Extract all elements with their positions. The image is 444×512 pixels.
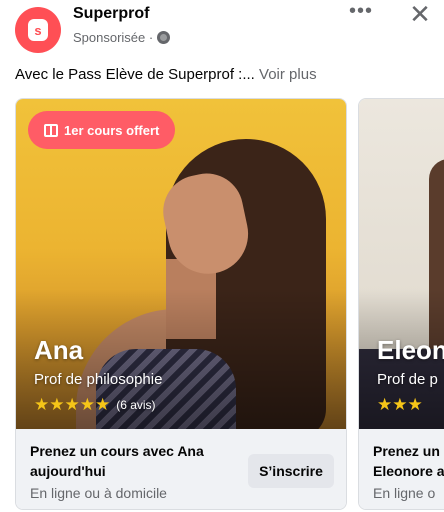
cta-title-line: Eleonore a [373, 463, 444, 479]
rating: ★★★ [377, 396, 423, 413]
superprof-logo-icon: s [28, 19, 48, 41]
card-footer[interactable]: Prenez un Eleonore a En ligne o [359, 429, 444, 509]
star-rating-icon: ★★★★★ [34, 395, 111, 414]
cta-subtitle: En ligne o [373, 485, 436, 501]
tutor-name: Ana [34, 335, 84, 365]
cta-title-line: Prenez un [373, 443, 440, 459]
globe-icon [157, 31, 171, 44]
carousel-card[interactable]: 1er cours offert Ana Prof de philosophie… [15, 98, 347, 510]
carousel-card[interactable]: Eleon Prof de p ★★★ Prenez un Eleonore a… [358, 98, 444, 510]
ad-carousel[interactable]: 1er cours offert Ana Prof de philosophie… [15, 98, 444, 512]
gift-icon [44, 123, 58, 137]
more-options-button[interactable]: ••• [346, 1, 376, 24]
offer-badge: 1er cours offert [28, 111, 176, 149]
close-button[interactable]: ✕ [404, 0, 436, 30]
signup-button[interactable]: S’inscrire [248, 454, 334, 488]
post-text-body: Avec le Pass Elève de Superprof :... [15, 66, 255, 83]
post-text: Avec le Pass Elève de Superprof :... Voi… [15, 66, 317, 83]
sponsored-label[interactable]: Sponsorisée · [73, 30, 153, 45]
cta-title[interactable]: Prenez un Eleonore a [373, 441, 444, 481]
brand-avatar[interactable]: s [15, 7, 61, 53]
brand-name[interactable]: Superprof [73, 5, 149, 23]
offer-badge-label: 1er cours offert [64, 122, 160, 138]
cta-subtitle: En ligne ou à domicile [30, 485, 167, 501]
tutor-name: Eleon [377, 335, 444, 365]
review-count: (6 avis) [116, 397, 156, 412]
see-more-link[interactable]: Voir plus [259, 66, 317, 83]
post-header: s Superprof Sponsorisée · ••• ✕ [0, 0, 444, 60]
tutor-role: Prof de p [377, 371, 438, 388]
star-rating-icon: ★★★ [377, 395, 423, 414]
sponsored-row: Sponsorisée · [73, 30, 171, 45]
cta-title[interactable]: Prenez un cours avec Ana aujourd'hui [30, 441, 240, 481]
rating: ★★★★★ (6 avis) [34, 396, 156, 413]
card-footer[interactable]: Prenez un cours avec Ana aujourd'hui En … [16, 429, 346, 509]
tutor-role: Prof de philosophie [34, 371, 163, 388]
